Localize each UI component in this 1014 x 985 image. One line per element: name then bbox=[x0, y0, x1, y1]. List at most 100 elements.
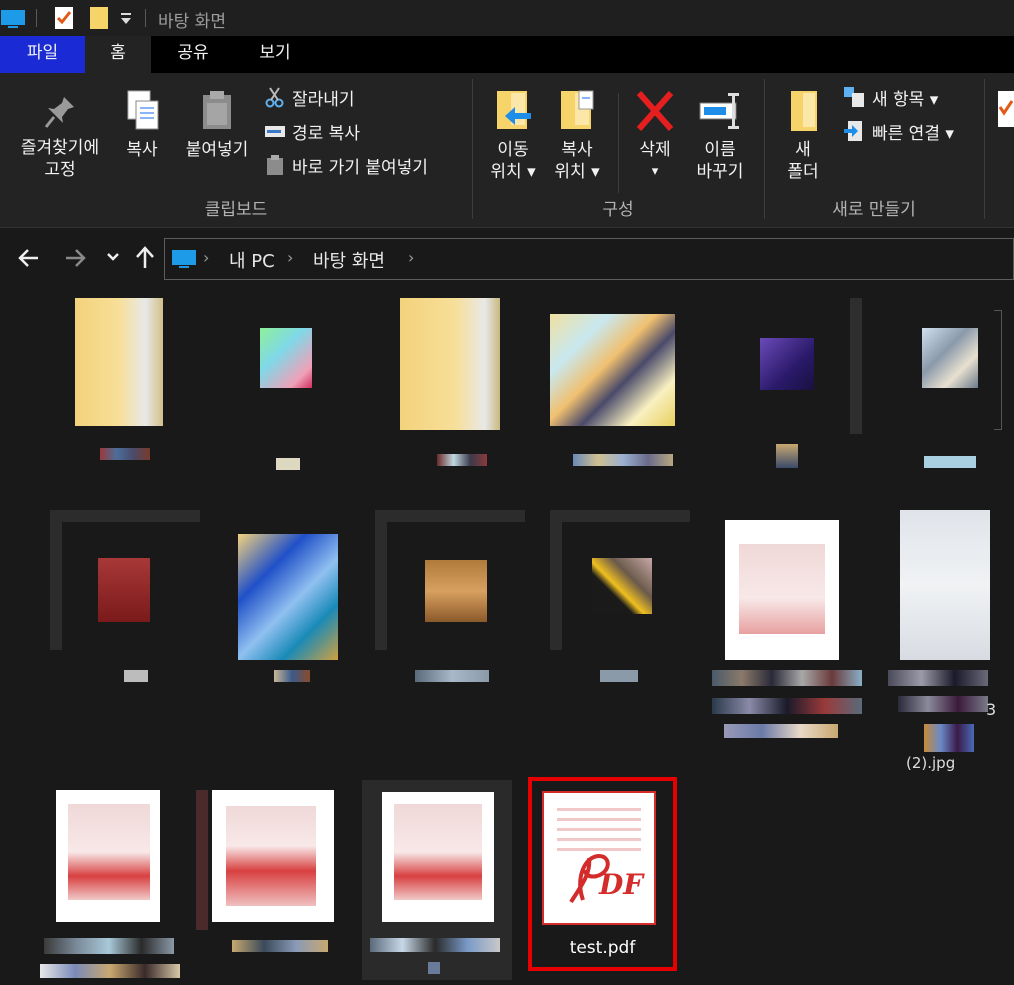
new-item-button[interactable]: 새 항목 ▾ bbox=[842, 84, 938, 110]
back-arrow-icon[interactable] bbox=[18, 248, 40, 268]
properties-icon[interactable] bbox=[53, 5, 75, 31]
copy-to-label-2: 위치 ▾ bbox=[554, 162, 600, 182]
new-group-label: 새로 만들기 bbox=[832, 200, 916, 220]
customize-arrow-icon[interactable] bbox=[120, 10, 132, 26]
file-label-blurred bbox=[100, 448, 150, 460]
breadcrumb-chevron-icon[interactable]: › bbox=[203, 248, 209, 267]
selected-file-name[interactable]: test.pdf bbox=[528, 938, 677, 958]
new-folder-button[interactable]: 새 폴더 bbox=[776, 87, 830, 183]
file-label-blurred bbox=[370, 938, 500, 952]
file-item[interactable] bbox=[240, 298, 370, 470]
rename-button[interactable]: 이름 바꾸기 bbox=[688, 87, 752, 183]
up-arrow-icon[interactable] bbox=[134, 246, 156, 270]
thumbnail-frame bbox=[375, 510, 525, 522]
pdf-icon-blurred bbox=[226, 806, 316, 906]
file-item[interactable] bbox=[385, 298, 515, 468]
pdf-file-icon[interactable]: DF bbox=[541, 790, 657, 926]
image-icon bbox=[760, 338, 814, 390]
file-item[interactable] bbox=[362, 780, 512, 980]
pdf-icon-blurred bbox=[68, 804, 150, 900]
window-title: 바탕 화면 bbox=[158, 12, 226, 32]
copy-to-button[interactable]: 복사 위치 ▾ bbox=[546, 87, 608, 183]
pin-label-line2: 고정 bbox=[44, 160, 76, 180]
new-item-label: 새 항목 ▾ bbox=[872, 89, 939, 110]
folder-icon bbox=[75, 298, 163, 426]
cut-label: 잘라내기 bbox=[292, 89, 355, 110]
pin-to-quick-access-button[interactable]: 즐겨찾기에 고정 bbox=[8, 93, 112, 181]
scrollbar-edge[interactable] bbox=[994, 310, 1002, 430]
svg-text:DF: DF bbox=[598, 868, 645, 901]
image-icon bbox=[260, 328, 312, 388]
tab-share[interactable]: 공유 bbox=[160, 36, 226, 73]
move-to-button[interactable]: 이동 위치 ▾ bbox=[482, 87, 544, 183]
file-item[interactable] bbox=[900, 298, 1000, 468]
copy-button[interactable]: 복사 bbox=[114, 87, 170, 161]
forward-arrow-icon[interactable] bbox=[64, 248, 86, 268]
file-item[interactable] bbox=[40, 790, 180, 980]
title-bar: 바탕 화면 bbox=[0, 0, 1014, 36]
cut-button[interactable]: 잘라내기 bbox=[264, 84, 355, 110]
tab-view[interactable]: 보기 bbox=[242, 36, 308, 73]
file-item[interactable] bbox=[375, 510, 525, 710]
tab-file[interactable]: 파일 bbox=[0, 36, 85, 73]
copy-path-button[interactable]: 경로 복사 bbox=[264, 118, 360, 144]
file-item[interactable] bbox=[740, 298, 840, 468]
copy-path-label: 경로 복사 bbox=[292, 123, 360, 144]
copy-to-folder-icon bbox=[561, 90, 594, 129]
file-label-blurred bbox=[600, 670, 638, 682]
thumbnail-frame bbox=[196, 790, 208, 930]
paste-shortcut-label: 바로 가기 붙여넣기 bbox=[292, 157, 428, 178]
partial-label-digit: 3 bbox=[986, 700, 997, 719]
easy-access-icon bbox=[844, 121, 862, 141]
separator bbox=[36, 9, 37, 27]
file-item[interactable] bbox=[50, 510, 200, 710]
copy-to-label-1: 복사 bbox=[561, 140, 593, 160]
file-label-blurred bbox=[232, 940, 328, 952]
address-bar[interactable]: › 내 PC › 바탕 화면 › bbox=[164, 238, 1014, 280]
file-item[interactable]: 3 (2).jpg bbox=[888, 510, 1014, 772]
breadcrumb-this-pc[interactable]: 내 PC bbox=[229, 247, 275, 273]
breadcrumb-chevron-icon[interactable]: › bbox=[287, 248, 293, 267]
copy-path-icon bbox=[265, 126, 285, 137]
breadcrumb-chevron-icon[interactable]: › bbox=[408, 248, 414, 267]
file-label-blurred bbox=[712, 698, 862, 714]
move-to-label-2: 위치 ▾ bbox=[490, 162, 536, 182]
image-icon bbox=[922, 328, 978, 388]
ribbon-separator bbox=[618, 93, 619, 193]
paste-shortcut-button[interactable]: 바로 가기 붙여넣기 bbox=[264, 152, 428, 178]
organize-group-label: 구성 bbox=[602, 200, 634, 220]
file-label-blurred bbox=[924, 724, 974, 752]
file-label-blurred bbox=[888, 670, 988, 686]
computer-icon bbox=[172, 250, 196, 268]
file-item[interactable] bbox=[550, 510, 690, 710]
delete-dropdown-arrow[interactable]: ▾ bbox=[628, 161, 682, 183]
chevron-down-icon[interactable] bbox=[106, 252, 120, 262]
folder-icon[interactable] bbox=[88, 5, 110, 31]
file-item[interactable] bbox=[545, 298, 685, 468]
thumbnail-frame bbox=[550, 510, 690, 522]
clipboard-group-label: 클립보드 bbox=[204, 200, 268, 220]
paste-button[interactable]: 붙여넣기 bbox=[175, 87, 259, 161]
partial-filename-suffix: (2).jpg bbox=[906, 754, 956, 772]
file-item[interactable] bbox=[196, 790, 346, 980]
image-icon bbox=[550, 314, 675, 426]
file-item[interactable] bbox=[712, 520, 862, 740]
file-item[interactable] bbox=[60, 298, 190, 468]
pdf-icon-blurred bbox=[394, 804, 482, 900]
computer-icon[interactable] bbox=[0, 8, 26, 30]
rename-label-1: 이름 bbox=[704, 140, 736, 160]
tab-home[interactable]: 홈 bbox=[85, 36, 151, 74]
ribbon-tabs: 파일 홈 공유 보기 bbox=[0, 36, 1014, 74]
easy-access-label: 빠른 연결 ▾ bbox=[872, 123, 954, 144]
file-item[interactable] bbox=[238, 534, 348, 694]
easy-access-button[interactable]: 빠른 연결 ▾ bbox=[842, 118, 954, 144]
file-list: 3 (2).jpg DF test.pdf bbox=[0, 290, 1014, 985]
breadcrumb-desktop[interactable]: 바탕 화면 bbox=[313, 247, 385, 273]
pin-label-line1: 즐겨찾기에 bbox=[20, 138, 100, 158]
delete-label: 삭제 bbox=[639, 140, 671, 160]
separator bbox=[145, 9, 146, 27]
properties-icon[interactable] bbox=[998, 87, 1014, 135]
pin-icon bbox=[44, 97, 74, 128]
thumbnail-frame bbox=[550, 510, 562, 650]
delete-button[interactable]: 삭제 ▾ bbox=[628, 87, 682, 183]
